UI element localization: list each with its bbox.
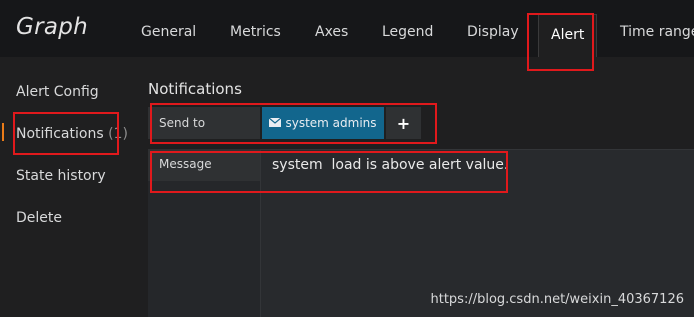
message-value: system load is above alert value. <box>272 157 509 173</box>
section-title: Notifications <box>148 80 242 98</box>
tab-metrics[interactable]: Metrics <box>230 24 281 40</box>
label-column-fill <box>148 181 260 317</box>
notification-count: (1) <box>108 126 128 142</box>
tab-legend[interactable]: Legend <box>382 24 433 40</box>
sidebar-item-notifications[interactable]: Notifications (1) <box>16 126 128 142</box>
active-indicator <box>2 123 4 141</box>
tab-alert[interactable]: Alert <box>538 14 598 57</box>
sidebar-item-label: Notifications <box>16 126 104 142</box>
add-notification-button[interactable]: + <box>386 107 421 139</box>
sidebar-item-delete[interactable]: Delete <box>16 210 62 226</box>
watermark: https://blog.csdn.net/weixin_40367126 <box>430 292 684 307</box>
sidebar-item-state-history[interactable]: State history <box>16 168 106 184</box>
recipient-name: system admins <box>285 116 377 130</box>
recipient-chip[interactable]: system admins <box>262 107 384 139</box>
tab-display[interactable]: Display <box>467 24 519 40</box>
sidebar-item-alert-config[interactable]: Alert Config <box>16 84 99 100</box>
tab-axes[interactable]: Axes <box>315 24 348 40</box>
panel-header: Graph General Metrics Axes Legend Displa… <box>0 0 694 57</box>
tab-general[interactable]: General <box>141 24 196 40</box>
panel-title: Graph <box>16 14 89 40</box>
message-label: Message <box>148 149 260 181</box>
envelope-icon <box>269 117 282 130</box>
tab-time-range[interactable]: Time range <box>620 24 694 40</box>
alert-editor: Alert Config Notifications (1) State his… <box>0 57 694 317</box>
send-to-label: Send to <box>148 107 260 139</box>
